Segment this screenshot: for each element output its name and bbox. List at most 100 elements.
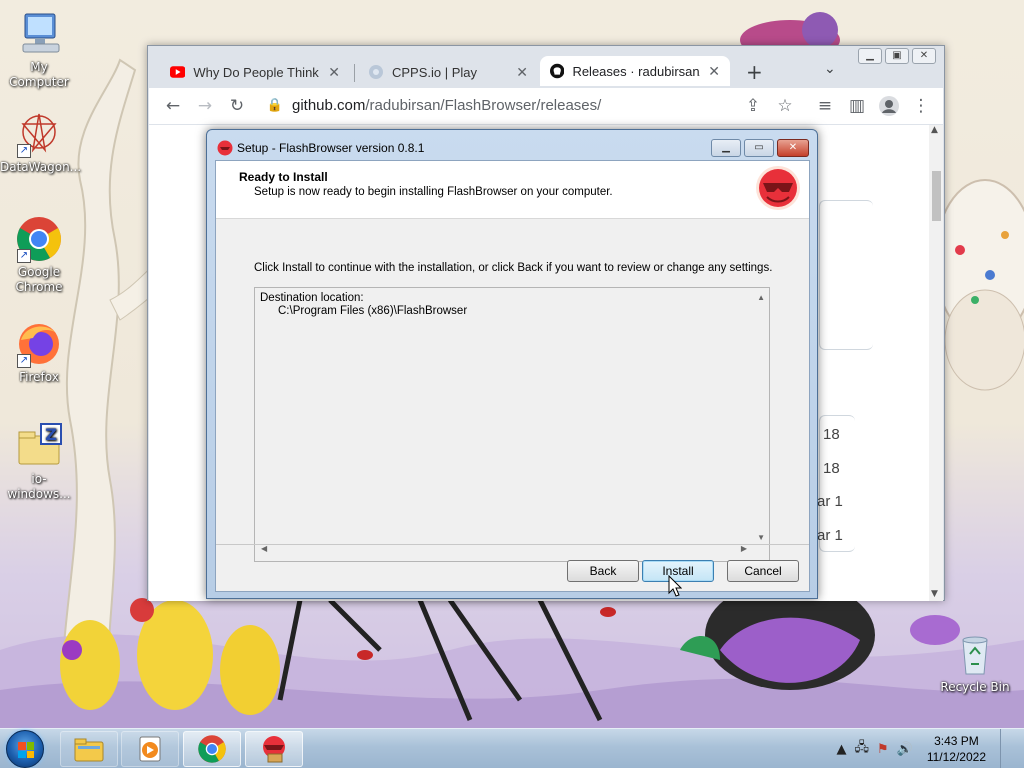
back-arrow-icon[interactable]: ← xyxy=(163,96,183,116)
taskbar-flashbrowser-setup[interactable] xyxy=(245,731,303,767)
memo-scroll-up-icon[interactable]: ▲ xyxy=(757,291,765,305)
firefox-icon: ↗ xyxy=(15,320,63,368)
dialog-window-controls: ▁ ▭ ✕ xyxy=(711,139,809,157)
desktop-icon-label: My Computer xyxy=(9,60,69,89)
dialog-body: Ready to Install Setup is now ready to b… xyxy=(215,160,810,592)
desktop-icon-label: Firefox xyxy=(19,370,59,384)
desktop-icon-label: io-windows... xyxy=(7,472,71,501)
flashbrowser-logo-icon xyxy=(756,166,800,210)
desktop-icon-firefox[interactable]: ↗ Firefox xyxy=(0,320,78,385)
tab-releases[interactable]: Releases · radubirsan/Fl ✕ xyxy=(540,56,730,86)
address-bar[interactable]: github.com/radubirsan/FlashBrowser/relea… xyxy=(292,97,601,114)
taskbar-media-player[interactable] xyxy=(121,731,179,767)
taskbar: ▲ 🖧 ⚑ 🔊 3:43 PM 11/12/2022 xyxy=(0,728,1024,768)
svg-text:Z: Z xyxy=(45,425,57,444)
shortcut-arrow-icon: ↗ xyxy=(17,354,31,368)
url-domain: github.com xyxy=(292,97,366,114)
page-text-fragment: ar 1 xyxy=(817,527,843,544)
show-desktop-button[interactable] xyxy=(1000,729,1014,768)
tab-title: Releases · radubirsan/Fl xyxy=(572,63,701,79)
bookmark-star-icon[interactable]: ☆ xyxy=(775,96,795,116)
back-button[interactable]: Back xyxy=(567,560,639,582)
dialog-title: Setup - FlashBrowser version 0.8.1 xyxy=(237,141,425,155)
tab-close-icon[interactable]: ✕ xyxy=(708,63,720,80)
chrome-icon xyxy=(198,735,226,763)
desktop-icon-label: Google Chrome xyxy=(15,265,63,294)
cancel-button[interactable]: Cancel xyxy=(727,560,799,582)
tab-separator xyxy=(354,64,355,82)
volume-icon[interactable]: 🔊 xyxy=(897,742,913,757)
page-scrollbar[interactable]: ▲ ▼ xyxy=(929,125,943,601)
computer-icon xyxy=(15,10,63,58)
desktop-icon-recycle-bin[interactable]: Recycle Bin xyxy=(936,630,1014,695)
dialog-maximize-button[interactable]: ▭ xyxy=(744,139,774,157)
new-tab-button[interactable]: + xyxy=(746,60,763,84)
desktop-icon-label: Recycle Bin xyxy=(940,680,1010,694)
media-player-icon xyxy=(139,736,161,762)
clock-date: 11/12/2022 xyxy=(926,750,986,764)
flashbrowser-app-icon xyxy=(217,140,233,156)
browser-toolbar: ← → ↻ 🔒 github.com/radubirsan/FlashBrows… xyxy=(149,88,943,124)
youtube-icon xyxy=(170,66,186,78)
scrollbar-thumb[interactable] xyxy=(932,171,941,221)
page-heading: Ready to Install xyxy=(239,170,328,184)
tray-expand-arrow-icon[interactable]: ▲ xyxy=(836,742,846,757)
setup-dialog: Setup - FlashBrowser version 0.8.1 ▁ ▭ ✕… xyxy=(206,129,818,599)
desktop-icon-label: DataWagon... xyxy=(0,160,82,174)
scroll-up-arrow-icon[interactable]: ▲ xyxy=(931,125,938,135)
instructions-text: Click Install to continue with the insta… xyxy=(254,262,773,274)
memo-scroll-down-icon[interactable]: ▼ xyxy=(757,531,765,545)
mouse-cursor-icon xyxy=(668,575,682,597)
media-control-icon[interactable]: ≡ xyxy=(815,96,835,116)
dialog-close-button[interactable]: ✕ xyxy=(777,139,809,157)
scroll-down-arrow-icon[interactable]: ▼ xyxy=(931,589,938,599)
folder-icon xyxy=(74,738,104,762)
summary-memo[interactable]: Destination location: C:\Program Files (… xyxy=(254,287,770,562)
network-icon[interactable]: 🖧 xyxy=(854,738,869,760)
side-panel-icon[interactable]: ▥ xyxy=(847,96,867,116)
desktop-icon-google-chrome[interactable]: ↗ Google Chrome xyxy=(0,215,78,295)
clock-time: 3:43 PM xyxy=(934,734,979,748)
memo-destination-path: C:\Program Files (x86)\FlashBrowser xyxy=(278,305,468,317)
page-text-fragment: 18 xyxy=(823,426,840,443)
url-path: /radubirsan/FlashBrowser/releases/ xyxy=(365,97,602,114)
more-menu-icon[interactable]: ⋮ xyxy=(911,96,931,116)
shortcut-arrow-icon: ↗ xyxy=(17,249,31,263)
tab-close-icon[interactable]: ✕ xyxy=(328,64,340,81)
forward-arrow-icon[interactable]: → xyxy=(195,96,215,116)
flashbrowser-setup-icon xyxy=(263,736,285,763)
clock[interactable]: 3:43 PM 11/12/2022 xyxy=(921,733,992,765)
release-card xyxy=(819,200,873,350)
dialog-header: Ready to Install Setup is now ready to b… xyxy=(216,161,809,219)
tab-close-icon[interactable]: ✕ xyxy=(516,64,528,81)
lock-icon[interactable]: 🔒 xyxy=(265,96,285,116)
tab-title: Why Do People Think I xyxy=(193,64,321,80)
page-text-fragment: 18 xyxy=(823,460,840,477)
desktop-icon-datawagon[interactable]: ↗ DataWagon... xyxy=(0,110,82,175)
zip-folder-icon: Z xyxy=(15,422,63,470)
reload-icon[interactable]: ↻ xyxy=(227,96,247,116)
system-tray: ▲ 🖧 ⚑ 🔊 3:43 PM 11/12/2022 xyxy=(836,729,1014,768)
start-button[interactable] xyxy=(6,730,44,768)
taskbar-chrome[interactable] xyxy=(183,731,241,767)
desktop-icon-my-computer[interactable]: My Computer xyxy=(0,10,78,90)
page-text-fragment: ar 1 xyxy=(817,493,843,510)
page-subheading: Setup is now ready to begin installing F… xyxy=(254,186,613,198)
datawagon-icon: ↗ xyxy=(15,110,63,158)
action-center-flag-icon[interactable]: ⚑ xyxy=(877,742,889,757)
windows-logo-icon xyxy=(18,742,34,758)
tab-youtube[interactable]: Why Do People Think I ✕ xyxy=(160,58,350,86)
memo-label: Destination location: xyxy=(260,292,364,304)
tab-search-chevron-icon[interactable]: ⌄ xyxy=(824,61,836,77)
desktop-icon-io-windows[interactable]: Z io-windows... xyxy=(0,422,78,502)
share-icon[interactable]: ⇪ xyxy=(743,96,763,116)
profile-avatar-icon[interactable] xyxy=(879,96,899,116)
github-icon xyxy=(550,63,565,79)
recycle-bin-icon xyxy=(951,630,999,678)
tab-cpps[interactable]: CPPS.io | Play ✕ xyxy=(358,58,538,86)
dialog-minimize-button[interactable]: ▁ xyxy=(711,139,741,157)
taskbar-explorer[interactable] xyxy=(60,731,118,767)
cpps-icon xyxy=(369,65,383,79)
button-divider xyxy=(216,544,809,545)
tab-title: CPPS.io | Play xyxy=(392,64,478,80)
